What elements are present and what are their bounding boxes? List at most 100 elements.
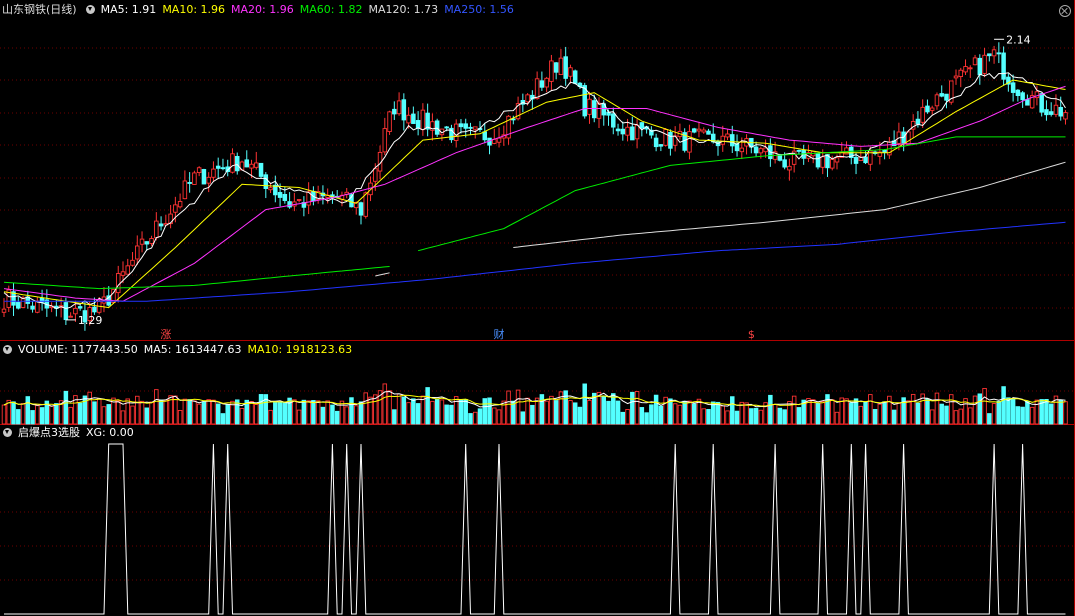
candle-body xyxy=(68,315,73,318)
volume-bar xyxy=(382,383,388,425)
volume-bar xyxy=(882,401,887,425)
candle-body xyxy=(796,149,802,152)
ma250-label: MA250: 1.56 xyxy=(444,3,514,16)
candle-body xyxy=(444,126,449,129)
volume-bar xyxy=(401,396,407,425)
volume-bar xyxy=(353,405,359,425)
candle-body xyxy=(658,144,664,147)
candle-body xyxy=(987,53,992,57)
volume-bar xyxy=(296,409,302,425)
candle-body xyxy=(991,49,997,57)
volume-bar xyxy=(472,411,478,425)
volume-bar xyxy=(1006,397,1011,425)
volume-bar xyxy=(415,403,421,425)
volume-bar xyxy=(577,406,583,425)
candle-body xyxy=(572,70,578,84)
candle-body xyxy=(406,114,411,124)
candle-body xyxy=(73,307,78,315)
candle-body xyxy=(882,149,887,154)
volume-bar xyxy=(249,401,254,425)
indicator-toggle-icon[interactable] xyxy=(3,428,12,437)
candle-body xyxy=(815,152,821,168)
annotation-label: 1.29 xyxy=(78,314,103,327)
volume-bar xyxy=(996,400,1002,425)
candle-body xyxy=(1015,89,1021,97)
volume-bar xyxy=(672,403,678,425)
candle-body xyxy=(820,156,825,168)
volume-bar xyxy=(315,400,321,425)
volume-bar xyxy=(482,398,488,425)
volume-bar xyxy=(406,402,411,425)
event-marker: 涨 xyxy=(160,328,171,341)
candle-body xyxy=(782,159,787,168)
volume-bar xyxy=(977,393,983,425)
volume-bar xyxy=(20,403,26,425)
candle-body xyxy=(401,99,407,121)
candle-body xyxy=(268,187,273,191)
volume-bar xyxy=(696,398,702,425)
volume-bar xyxy=(829,399,835,425)
candle-body xyxy=(187,182,192,184)
dropdown-toggle-icon[interactable] xyxy=(85,5,95,14)
candle-body xyxy=(639,122,645,129)
candle-body xyxy=(244,159,250,168)
candle-body xyxy=(1010,82,1016,93)
volume-bar xyxy=(192,400,197,425)
candle-body xyxy=(834,157,840,163)
volume-bar xyxy=(25,396,31,425)
volume-bar xyxy=(120,410,126,425)
volume-bar xyxy=(277,401,283,425)
volume-bar xyxy=(929,409,935,425)
volume-bar xyxy=(906,400,911,425)
candle-body xyxy=(863,156,868,164)
volume-bar xyxy=(311,400,316,425)
candle-body xyxy=(392,108,397,115)
candle-body xyxy=(63,302,69,321)
volume-bar xyxy=(568,400,573,425)
candle-body xyxy=(568,67,573,77)
candle-body xyxy=(591,100,597,119)
volume-bar xyxy=(701,408,706,425)
candle-body xyxy=(263,174,269,190)
volume-bar xyxy=(1058,399,1063,425)
volume-bar xyxy=(944,405,949,425)
volume-panel-header: VOLUME: 1177443.50 MA5: 1613447.63 MA10: 1… xyxy=(0,342,358,358)
chart-canvas[interactable]: 1.29 2.14 涨 财 $ xyxy=(0,0,1075,616)
volume-bar xyxy=(825,394,830,425)
candle-body xyxy=(753,146,759,154)
close-icon[interactable] xyxy=(1059,5,1071,17)
indicator-panel-header: 启爆点3选股 XG: 0.00 xyxy=(0,425,140,441)
volume-bar xyxy=(1015,406,1021,425)
stock-chart-window: 1.29 2.14 涨 财 $ 山东钢铁(日线) MA5: 1.91 MA10: 1.96 M… xyxy=(0,0,1075,616)
volume-bar xyxy=(625,409,630,425)
volume-bar xyxy=(154,389,159,425)
candle-body xyxy=(725,133,730,138)
volume-bar xyxy=(972,395,978,425)
candle-body xyxy=(130,259,135,266)
candle-body xyxy=(458,123,464,128)
volume-bar xyxy=(525,397,530,425)
price-annotation-high: 2.14 xyxy=(994,33,1031,46)
stock-title: 山东钢铁(日线) xyxy=(2,3,77,16)
candle-body xyxy=(373,168,378,182)
volume-bar xyxy=(496,409,502,425)
volume-bars xyxy=(1,383,1068,425)
volume-bar xyxy=(987,413,992,425)
volume-bar xyxy=(506,390,511,425)
candle-body xyxy=(906,131,911,145)
volume-bar xyxy=(834,411,840,425)
candle-body xyxy=(382,128,388,153)
ma-line-ma250 xyxy=(4,221,1066,302)
candle-body xyxy=(482,131,488,141)
volume-bar xyxy=(530,404,535,425)
candle-body xyxy=(544,77,549,88)
volume-bar xyxy=(258,394,264,425)
volume-toggle-icon[interactable] xyxy=(3,345,12,354)
candle-body xyxy=(287,201,292,208)
candle-body xyxy=(282,194,288,201)
candle-body xyxy=(963,66,968,73)
candle-body xyxy=(1,308,7,313)
volume-bar xyxy=(282,401,288,425)
volume-bar xyxy=(730,396,735,425)
volume-bar xyxy=(768,394,773,425)
